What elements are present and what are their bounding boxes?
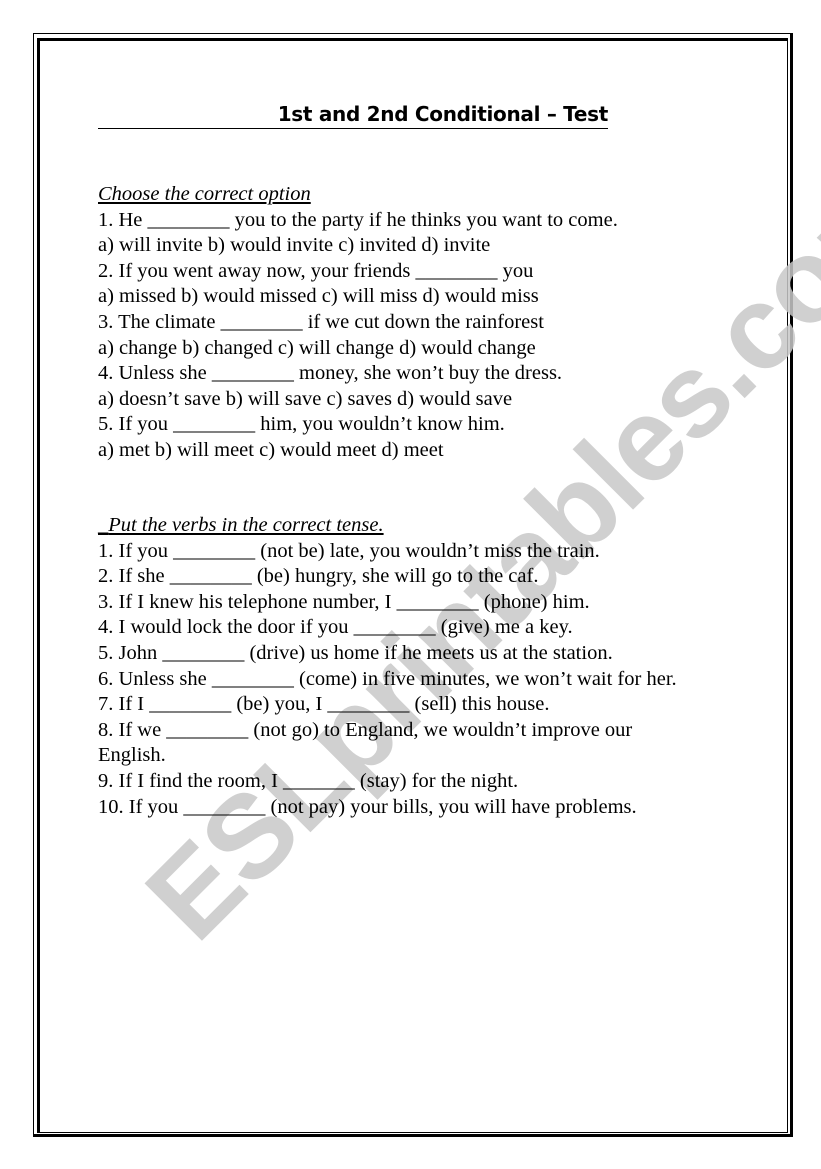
exercise-item: 1. If you ________ (not be) late, you wo… (98, 539, 600, 562)
section-heading: Choose the correct option (98, 183, 311, 205)
exercise-item: 9. If I find the room, I _______ (stay) … (98, 769, 519, 792)
question: 2. If you went away now, your friends __… (98, 259, 534, 282)
question: 5. If you ________ him, you wouldn’t kno… (98, 413, 505, 436)
worksheet: 1st and 2nd Conditional – Test Choose th… (98, 100, 758, 818)
section-multiple-choice: Choose the correct option 1. He ________… (98, 182, 618, 464)
options: a) met b) will meet c) would meet d) mee… (98, 438, 444, 461)
options: a) will invite b) would invite c) invite… (98, 234, 491, 257)
exercise-item-continuation: English. (98, 744, 166, 767)
question: 3. The climate ________ if we cut down t… (98, 310, 544, 333)
title-row: 1st and 2nd Conditional – Test (98, 100, 608, 129)
question: 1. He ________ you to the party if he th… (98, 208, 618, 231)
section-heading: Put the verbs in the correct tense. (108, 514, 384, 536)
exercise-item: 4. I would lock the door if you ________… (98, 616, 573, 639)
exercise-item: 3. If I knew his telephone number, I ___… (98, 590, 590, 613)
exercise-item: 5. John ________ (drive) us home if he m… (98, 641, 613, 664)
options: a) change b) changed c) will change d) w… (98, 336, 536, 359)
exercise-item: 2. If she ________ (be) hungry, she will… (98, 565, 539, 588)
page-title: 1st and 2nd Conditional – Test (277, 102, 609, 126)
options: a) missed b) would missed c) will miss d… (98, 285, 539, 308)
options: a) doesn’t save b) will save c) saves d)… (98, 387, 513, 410)
question: 4. Unless she ________ money, she won’t … (98, 362, 563, 385)
heading-prefix: _ (98, 514, 109, 536)
section-verb-tenses: _Put the verbs in the correct tense. 1. … (98, 513, 677, 820)
exercise-item: 8. If we ________ (not go) to England, w… (98, 718, 633, 741)
exercise-item: 7. If I ________ (be) you, I ________ (s… (98, 693, 550, 716)
exercise-item: 6. Unless she ________ (come) in five mi… (98, 667, 677, 690)
exercise-item: 10. If you ________ (not pay) your bills… (98, 795, 637, 818)
